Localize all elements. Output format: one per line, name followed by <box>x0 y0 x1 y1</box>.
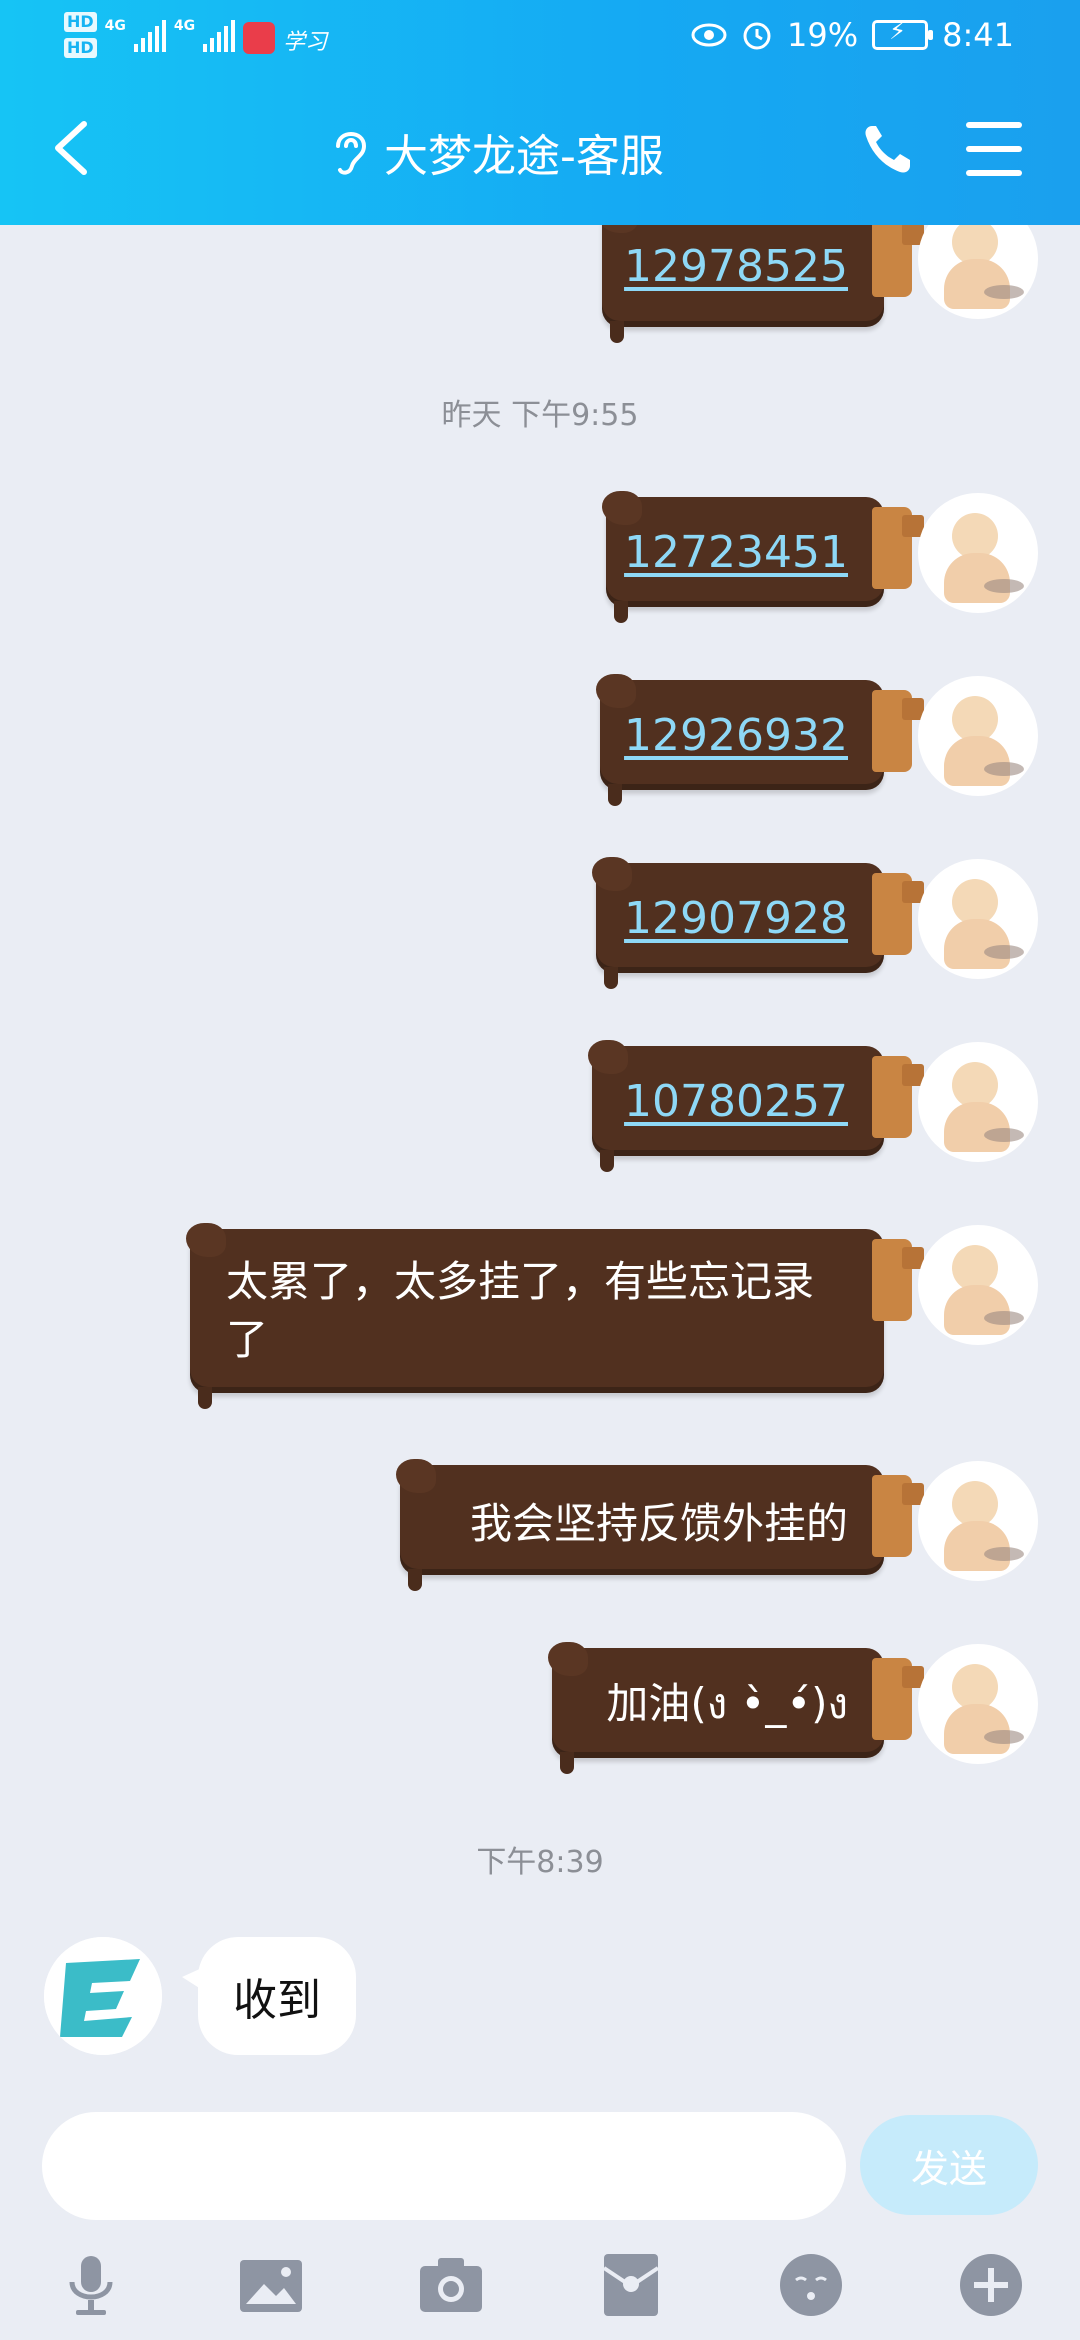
message-link[interactable]: 12926932 <box>624 710 848 761</box>
status-bar: HD HD 4G 4G 学习 19% 8:41 <box>0 0 1080 72</box>
menu-icon[interactable] <box>966 122 1022 176</box>
emoji-icon[interactable] <box>776 2250 846 2320</box>
message-link[interactable]: 12907928 <box>624 893 848 944</box>
hd-indicators: HD HD <box>64 12 97 58</box>
avatar[interactable] <box>918 676 1038 796</box>
plus-icon[interactable] <box>956 2250 1026 2320</box>
bubble-decor <box>872 507 924 589</box>
toolbar <box>0 2250 1080 2340</box>
mic-icon[interactable] <box>56 2250 126 2320</box>
bubble-decor <box>872 873 924 955</box>
title-group: 大梦龙途-客服 <box>330 120 664 184</box>
message-bubble-me[interactable]: 10780257 <box>588 1040 924 1172</box>
message-bubble-me[interactable]: 12907928 <box>592 857 924 989</box>
battery-icon <box>872 17 934 50</box>
hd2-label: HD <box>64 38 97 58</box>
status-left: HD HD 4G 4G 学习 <box>64 12 327 58</box>
red-packet-icon[interactable] <box>596 2250 666 2320</box>
bubble-decor <box>872 1239 924 1321</box>
avatar[interactable] <box>918 225 1038 319</box>
message-link[interactable]: 12723451 <box>624 527 848 578</box>
signal2-icon <box>203 18 236 52</box>
ear-icon <box>336 132 367 175</box>
bubble-decor <box>872 1658 924 1740</box>
avatar[interactable] <box>918 1461 1038 1581</box>
avatar[interactable] <box>918 1644 1038 1764</box>
signal1-icon <box>133 18 166 52</box>
message-bubble-other[interactable]: 收到 <box>182 1937 356 2055</box>
image-icon[interactable] <box>236 2250 306 2320</box>
service-logo-icon <box>44 1937 162 2055</box>
bubble-decor <box>872 1475 924 1557</box>
avatar[interactable] <box>918 493 1038 613</box>
timestamp: 昨天 下午9:55 <box>441 398 639 433</box>
chat-area[interactable]: 12978525 昨天 下午9:55 12723451 12926932 129… <box>0 225 1080 2105</box>
nav-bar: 大梦龙途-客服 <box>0 100 1080 200</box>
network2-label: 4G <box>173 18 196 34</box>
message-text: 加油(ง •̀_•́)ง <box>606 1678 848 1728</box>
timestamp: 下午8:39 <box>476 1845 604 1880</box>
avatar-service[interactable] <box>44 1937 162 2055</box>
message-bubble-me[interactable]: 我会坚持反馈外挂的 <box>396 1459 924 1591</box>
alarm-icon <box>743 22 771 50</box>
avatar[interactable] <box>918 1225 1038 1345</box>
clock: 8:41 <box>942 16 1014 54</box>
message-input[interactable] <box>42 2112 846 2220</box>
battery-percent: 19% <box>787 16 859 54</box>
input-bar: 发送 <box>0 2100 1080 2340</box>
avatar[interactable] <box>918 859 1038 979</box>
hd1-label: HD <box>64 12 97 32</box>
camera-icon[interactable] <box>416 2250 486 2320</box>
network1-label: 4G <box>104 18 126 34</box>
message-link[interactable]: 10780257 <box>624 1076 848 1127</box>
message-text: 我会坚持反馈外挂的 <box>469 1498 848 1548</box>
back-icon[interactable] <box>44 118 104 178</box>
bubble-decor <box>872 690 924 772</box>
page-title: 大梦龙途-客服 <box>384 131 664 182</box>
message-bubble-me[interactable]: 12978525 <box>598 225 924 343</box>
message-bubble-me[interactable]: 12926932 <box>596 674 924 806</box>
study-app-label: 学习 <box>283 30 328 55</box>
bubble-decor <box>872 225 924 297</box>
eye-icon <box>691 23 727 47</box>
header: HD HD 4G 4G 学习 19% 8:41 大梦龙途-客服 <box>0 0 1080 225</box>
avatar[interactable] <box>918 1042 1038 1162</box>
status-right: 19% 8:41 <box>691 16 1014 54</box>
send-button[interactable]: 发送 <box>860 2115 1038 2215</box>
phone-icon[interactable] <box>860 120 916 176</box>
message-text: 收到 <box>233 1975 321 2026</box>
message-link[interactable]: 12978525 <box>624 241 848 292</box>
message-bubble-me[interactable]: 12723451 <box>602 491 924 623</box>
message-bubble-me[interactable]: 加油(ง •̀_•́)ง <box>548 1642 924 1774</box>
bubble-decor <box>872 1056 924 1138</box>
message-text: 太累了，太多挂了，有些忘记录了 <box>226 1257 815 1364</box>
huawei-app-icon <box>243 22 276 54</box>
message-bubble-me[interactable]: 太累了，太多挂了，有些忘记录了 <box>186 1223 924 1409</box>
